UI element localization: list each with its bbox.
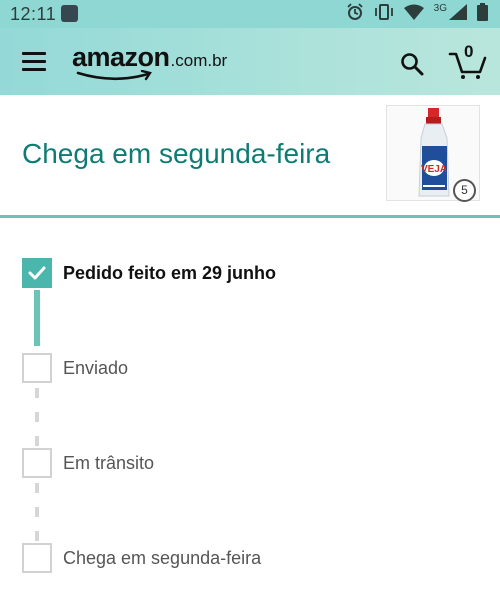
product-brand-label: VEJA [421,164,447,175]
step-label: Em trânsito [63,453,155,473]
timeline-step-arriving: Chega em segunda-feira [22,543,482,575]
app-header: amazon.com.br 0 [0,28,500,95]
step-label: Pedido feito em 29 junho [63,263,277,283]
status-bar: 12:11 3G [0,0,500,28]
timeline-step-ordered: Pedido feito em 29 junho [22,258,482,290]
vibrate-icon [374,4,393,20]
logo-text: amazon [72,42,170,72]
timeline-connector-done [34,290,40,346]
step-checkbox [22,448,52,478]
timeline-dash [35,388,39,398]
logo-domain: .com.br [170,51,228,70]
timeline-step-in-transit: Em trânsito [22,448,482,480]
search-icon[interactable] [400,52,424,76]
status-time: 12:11 [10,4,57,24]
step-label: Enviado [63,358,129,378]
timeline-step-shipped: Enviado [22,353,482,385]
step-checkbox [22,353,52,383]
step-checkbox [22,543,52,573]
menu-icon[interactable] [22,52,46,72]
alarm-icon [347,3,363,20]
notification-icon [61,5,78,22]
timeline-dash [35,412,39,422]
signal-icon [449,4,467,20]
step-label: Chega em segunda-feira [63,548,262,568]
smile-arrow-icon [76,70,152,81]
status-icons: 3G [346,3,488,21]
timeline-dash [35,483,39,493]
battery-icon [477,3,488,21]
cart-button[interactable]: 0 [448,42,488,80]
check-icon [28,266,46,280]
step-checkbox-checked [22,258,52,288]
timeline-dash [35,507,39,517]
wifi-icon [403,4,424,20]
quantity-badge: 5 [453,179,476,202]
delivery-title: Chega em segunda-feira [22,138,331,169]
amazon-logo[interactable]: amazon.com.br [72,42,227,82]
delivery-section: Chega em segunda-feira VEJA 5 [0,95,500,216]
timeline-dash [35,531,39,541]
product-thumbnail[interactable]: VEJA 5 [386,105,480,202]
timeline-dash [35,436,39,446]
cart-icon [448,52,487,79]
network-type: 3G [433,2,447,14]
